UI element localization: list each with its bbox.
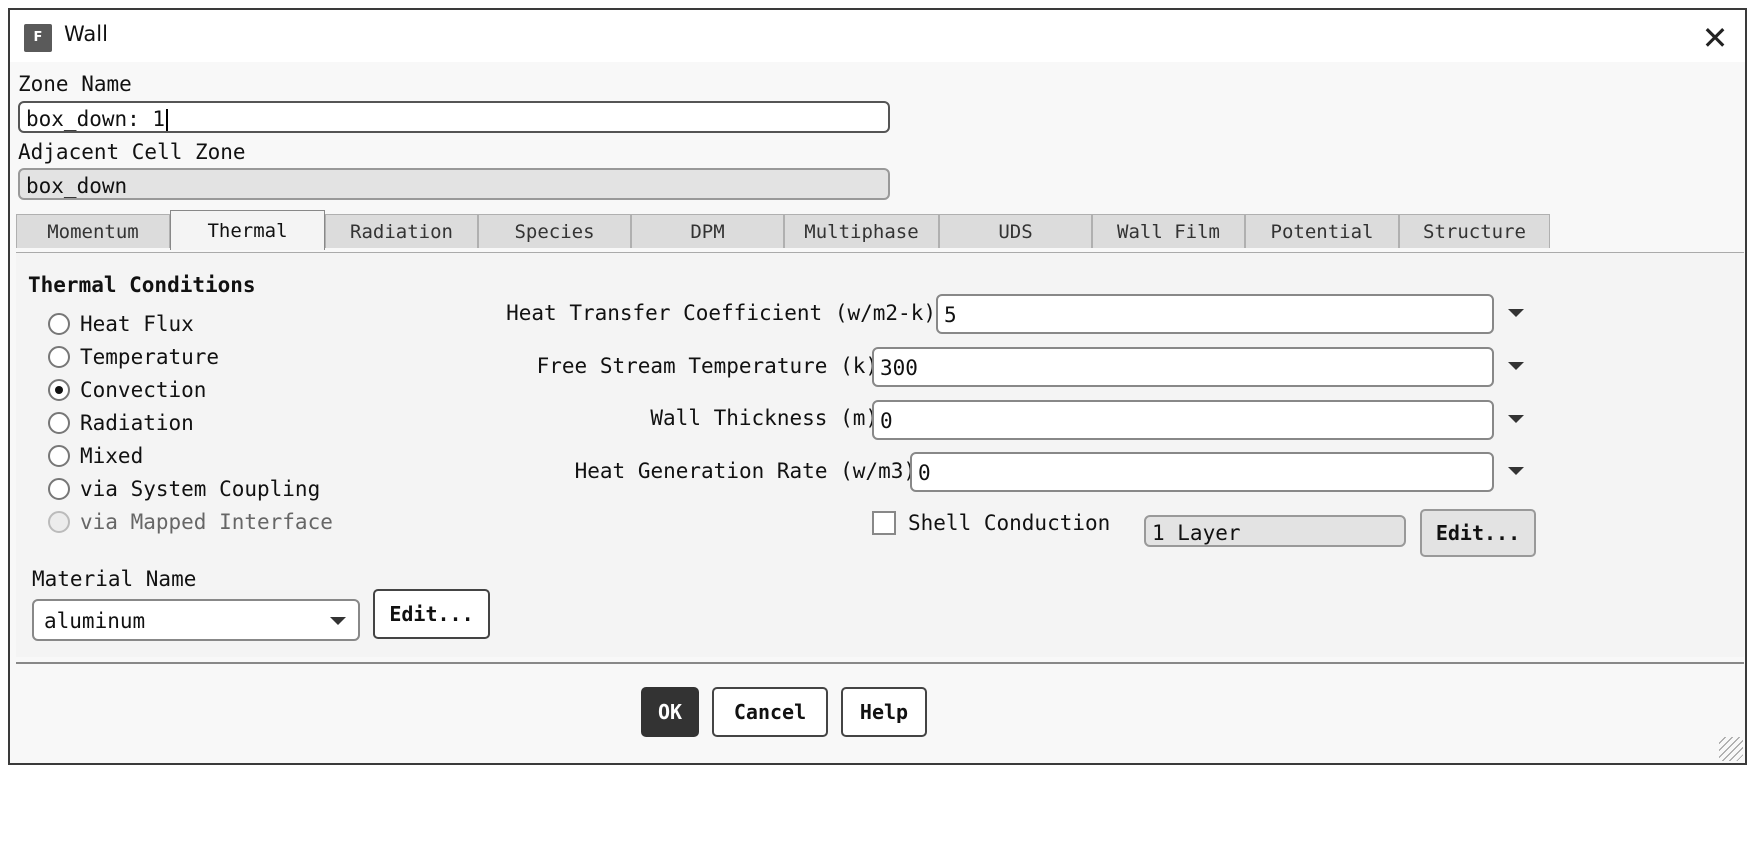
free-stream-temp-name: Free Stream Temperature (536, 354, 828, 378)
shell-conduction-checkbox[interactable] (872, 511, 896, 535)
title-bar[interactable]: F Wall ✕ (10, 10, 1745, 62)
wall-thickness-label: Wall Thickness (m) (650, 406, 878, 430)
radio-button-disabled (48, 511, 70, 533)
material-name-value: aluminum (44, 609, 146, 633)
heat-gen-rate-input[interactable]: 0 (910, 452, 1494, 492)
thermal-conditions-title: Thermal Conditions (28, 273, 256, 297)
radio-button[interactable] (48, 346, 70, 368)
htc-unit: (w/m2-k) (834, 301, 936, 325)
wall-thickness-dropdown-arrow-icon[interactable] (1508, 415, 1524, 423)
shell-layers-value: 1 Layer (1152, 521, 1241, 545)
fluent-app-icon: F (24, 24, 52, 52)
tab-species[interactable]: Species (478, 214, 631, 248)
adjacent-cell-zone-value: box_down (26, 174, 128, 198)
radio-via-mapped-interface: via Mapped Interface (48, 507, 333, 537)
radio-label: Mixed (80, 444, 144, 468)
material-name-label: Material Name (32, 567, 197, 591)
cancel-button[interactable]: Cancel (712, 687, 828, 737)
radio-radiation[interactable]: Radiation (48, 408, 194, 438)
radio-label: Heat Flux (80, 312, 194, 336)
zone-name-label: Zone Name (18, 72, 132, 96)
wall-thickness-name: Wall Thickness (650, 406, 828, 430)
zone-name-value: box_down: 1 (26, 107, 166, 131)
radio-button[interactable] (48, 412, 70, 434)
free-stream-temp-dropdown-arrow-icon[interactable] (1508, 362, 1524, 370)
radio-label: Radiation (80, 411, 194, 435)
shell-conduction-edit-button[interactable]: Edit... (1420, 509, 1536, 557)
free-stream-temp-input[interactable]: 300 (872, 347, 1494, 387)
wall-thickness-input[interactable]: 0 (872, 400, 1494, 440)
zone-name-input[interactable]: box_down: 1 (18, 101, 890, 133)
radio-button[interactable] (48, 445, 70, 467)
radio-label: Temperature (80, 345, 220, 369)
tab-multiphase[interactable]: Multiphase (784, 214, 939, 248)
adjacent-cell-zone-label: Adjacent Cell Zone (18, 140, 246, 164)
heat-gen-rate-unit: (w/m3) (840, 459, 916, 483)
free-stream-temp-label: Free Stream Temperature (k) (537, 354, 878, 378)
material-edit-button[interactable]: Edit... (373, 589, 490, 639)
text-caret (166, 109, 169, 131)
thermal-panel: Thermal Conditions Heat Flux Temperature… (16, 252, 1744, 657)
close-icon[interactable]: ✕ (1695, 18, 1735, 58)
radio-temperature[interactable]: Temperature (48, 342, 219, 372)
htc-name: Heat Transfer Coefficient (506, 301, 823, 325)
radio-button[interactable] (48, 313, 70, 335)
tab-structure[interactable]: Structure (1399, 214, 1550, 248)
shell-conduction-label: Shell Conduction (908, 511, 1111, 535)
tab-dpm[interactable]: DPM (631, 214, 784, 248)
tab-momentum[interactable]: Momentum (16, 214, 170, 248)
radio-convection[interactable]: Convection (48, 375, 206, 405)
tab-radiation[interactable]: Radiation (325, 214, 478, 248)
heat-gen-rate-name: Heat Generation Rate (574, 459, 828, 483)
shell-layers-field: 1 Layer (1144, 515, 1406, 547)
tab-wall-film[interactable]: Wall Film (1092, 214, 1245, 248)
radio-button[interactable] (48, 478, 70, 500)
tab-uds[interactable]: UDS (939, 214, 1092, 248)
radio-mixed[interactable]: Mixed (48, 441, 143, 471)
help-button[interactable]: Help (841, 687, 927, 737)
window-title: Wall (64, 22, 108, 46)
radio-button-selected[interactable] (48, 379, 70, 401)
wall-dialog: F Wall ✕ Zone Name box_down: 1 Adjacent … (8, 8, 1747, 765)
chevron-down-icon (330, 617, 346, 625)
radio-label: via System Coupling (80, 477, 321, 501)
material-name-select[interactable]: aluminum (32, 599, 360, 641)
heat-gen-rate-label: Heat Generation Rate (w/m3) (575, 459, 916, 483)
adjacent-cell-zone-field: box_down (18, 168, 890, 200)
htc-input[interactable]: 5 (936, 294, 1494, 334)
tab-thermal[interactable]: Thermal (170, 210, 325, 250)
tab-potential[interactable]: Potential (1245, 214, 1399, 248)
radio-label: Convection (80, 378, 207, 402)
heat-gen-rate-dropdown-arrow-icon[interactable] (1508, 467, 1524, 475)
radio-via-system-coupling[interactable]: via System Coupling (48, 474, 320, 504)
radio-heat-flux[interactable]: Heat Flux (48, 309, 194, 339)
resize-grip-icon[interactable] (1719, 737, 1743, 761)
footer-divider (16, 662, 1744, 664)
htc-label: Heat Transfer Coefficient (w/m2-k) (506, 301, 936, 325)
ok-button[interactable]: OK (641, 687, 699, 737)
tab-bar: Momentum Thermal Radiation Species DPM M… (16, 210, 1744, 250)
htc-dropdown-arrow-icon[interactable] (1508, 309, 1524, 317)
radio-label: via Mapped Interface (80, 510, 333, 534)
